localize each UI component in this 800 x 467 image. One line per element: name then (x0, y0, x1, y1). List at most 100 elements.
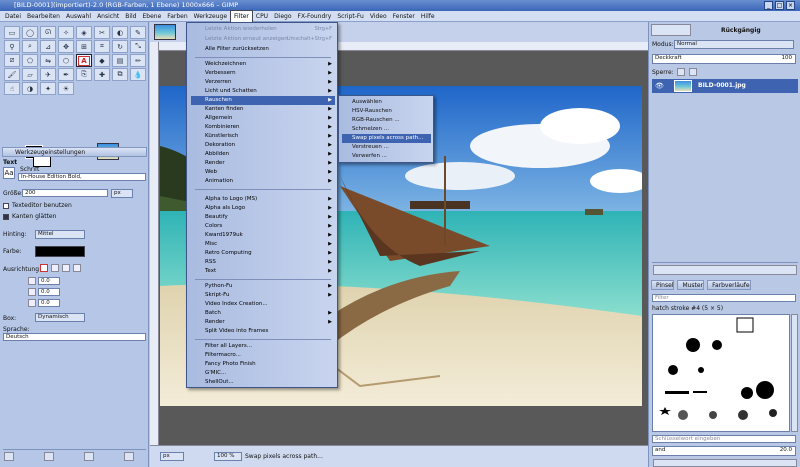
blend-icon[interactable]: ▤ (112, 54, 128, 67)
smudge-icon[interactable]: ☝ (4, 82, 20, 95)
free-select-icon[interactable]: ᘏ (40, 26, 56, 39)
bucket-fill-icon[interactable]: ◆ (94, 54, 110, 67)
color-picker-icon[interactable]: ⚲ (4, 40, 20, 53)
layer-buttons[interactable] (653, 265, 797, 275)
airbrush-icon[interactable]: ✈ (40, 68, 56, 81)
menu-python-fu[interactable]: Python-Fu ▶ (191, 282, 335, 291)
clone-icon[interactable]: ⎘ (76, 68, 92, 81)
menu-fenster[interactable]: Fenster (390, 11, 418, 22)
menu-cpu[interactable]: CPU (253, 11, 271, 22)
menu-licht-schatten[interactable]: Licht und Schatten ▶ (191, 87, 335, 96)
vertical-ruler[interactable] (150, 42, 159, 445)
menu-filter-all-layers[interactable]: Filter all Layers... (191, 342, 335, 351)
menu-video[interactable]: Video (367, 11, 390, 22)
brush-filter-field[interactable]: Filter (652, 294, 796, 302)
foreground-select-icon[interactable]: ◐ (112, 26, 128, 39)
menu-rss[interactable]: RSS ▶ (191, 258, 335, 267)
menu-datei[interactable]: Datei (2, 11, 24, 22)
scissors-icon[interactable]: ✂ (94, 26, 110, 39)
tab-farbverlaeufe[interactable]: Farbverläufe (707, 280, 751, 290)
menu-dekoration[interactable]: Dekoration ▶ (191, 141, 335, 150)
justify-center-icon[interactable] (62, 264, 70, 272)
texteditor-checkbox[interactable] (3, 203, 9, 209)
opacity-slider[interactable]: Deckkraft 100 (652, 54, 796, 64)
menu-skript-fu[interactable]: Skript-Fu ▶ (191, 291, 335, 300)
blur-icon[interactable]: 💧 (130, 68, 146, 81)
tab-pinsel[interactable]: Pinsel (651, 280, 675, 290)
antialias-checkbox[interactable] (3, 214, 9, 220)
submenu-verwerfen[interactable]: Verwerfen ... (342, 152, 431, 161)
paths-icon[interactable]: ✎ (130, 26, 146, 39)
menu-hilfe[interactable]: Hilfe (418, 11, 438, 22)
size-unit-select[interactable]: px (111, 189, 133, 198)
menu-fx-foundry[interactable]: FX-Foundry (295, 11, 335, 22)
brush-grid[interactable] (652, 314, 790, 432)
justify-fill-icon[interactable] (73, 264, 81, 272)
font-preview-icon[interactable]: Aa (3, 167, 15, 179)
layer-name[interactable]: BILD-0001.jpg (698, 82, 746, 89)
menu-kanten-finden[interactable]: Kanten finden ▶ (191, 105, 335, 114)
layer-row[interactable]: 👁 BILD-0001.jpg (652, 79, 798, 93)
paintbrush-icon[interactable]: 🖌 (4, 68, 20, 81)
menu-retro-computing[interactable]: Retro Computing ▶ (191, 249, 335, 258)
text-tool-icon[interactable]: A (76, 54, 92, 67)
language-field[interactable]: Deutsch (3, 333, 146, 341)
tab-muster[interactable]: Muster (677, 280, 705, 290)
letter-spacing-field[interactable]: 0.0 (38, 299, 60, 307)
submenu-swap-pixels[interactable]: Swap pixels across path... (342, 134, 431, 143)
menu-gmic[interactable]: G'MIC... (191, 369, 335, 378)
menu-verbessern[interactable]: Verbessern ▶ (191, 69, 335, 78)
visibility-eye-icon[interactable]: 👁 (655, 82, 664, 90)
image-tab-thumbnail[interactable] (154, 24, 176, 40)
rotate-icon[interactable]: ↻ (112, 40, 128, 53)
menu-alpha-als-logo[interactable]: Alpha als Logo ▶ (191, 204, 335, 213)
menu-auswahl[interactable]: Auswahl (63, 11, 94, 22)
menu-web[interactable]: Web ▶ (191, 168, 335, 177)
mode-select[interactable]: Normal (674, 40, 794, 49)
dock-tab-icons[interactable] (651, 24, 691, 36)
extra-tool-1-icon[interactable]: ✦ (40, 82, 56, 95)
menu-batch[interactable]: Batch ▶ (191, 309, 335, 318)
cage-icon[interactable]: ⬡ (58, 54, 74, 67)
line-spacing-field[interactable]: 0.0 (38, 288, 60, 296)
fuzzy-select-icon[interactable]: ✧ (58, 26, 74, 39)
extra-tool-2-icon[interactable]: ☀ (58, 82, 74, 95)
menu-misc[interactable]: Misc ▶ (191, 240, 335, 249)
save-options-icon[interactable] (4, 452, 14, 461)
menu-kombinieren[interactable]: Kombinieren ▶ (191, 123, 335, 132)
close-icon[interactable]: × (786, 1, 795, 10)
menu-ansicht[interactable]: Ansicht (94, 11, 122, 22)
menu-bearbeiten[interactable]: Bearbeiten (24, 11, 63, 22)
color-select-icon[interactable]: ◈ (76, 26, 92, 39)
rect-select-icon[interactable]: ▭ (4, 26, 20, 39)
menu-text[interactable]: Text ▶ (191, 267, 335, 276)
unit-select[interactable]: px (160, 452, 184, 461)
menu-reshow-last[interactable]: Letzte Aktion erneut anzeigen Umschalt+St… (191, 35, 335, 44)
maximize-icon[interactable]: □ (775, 1, 784, 10)
pencil-icon[interactable]: ✏ (130, 54, 146, 67)
menu-alpha-to-logo-ms[interactable]: Alpha to Logo (MS) ▶ (191, 195, 335, 204)
brush-buttons[interactable] (653, 459, 797, 467)
justify-left-icon[interactable] (40, 264, 48, 272)
brush-scrollbar[interactable] (791, 314, 798, 432)
zoom-select[interactable]: 100 % (214, 452, 242, 461)
menu-render[interactable]: Render ▶ (191, 159, 335, 168)
menu-repeat-last[interactable]: Letzte Aktion wiederholen Strg+F (191, 25, 335, 34)
menu-kuenstlerisch[interactable]: Künstlerisch ▶ (191, 132, 335, 141)
menu-kward1979uk[interactable]: Kward1979uk ▶ (191, 231, 335, 240)
menu-split-video[interactable]: Split Video into Frames (191, 327, 335, 336)
undo-history-label[interactable]: Rückgängig (721, 27, 761, 34)
menu-fancy-photo-finish[interactable]: Fancy Photo Finish (191, 360, 335, 369)
submenu-verstreuen[interactable]: Verstreuen ... (342, 143, 431, 152)
perspective-clone-icon[interactable]: ⧉ (112, 68, 128, 81)
menu-shellout[interactable]: ShellOut... (191, 378, 335, 387)
dodge-burn-icon[interactable]: ◑ (22, 82, 38, 95)
menu-rauschen[interactable]: Rauschen ▶ (191, 96, 335, 105)
measure-icon[interactable]: ⊿ (40, 40, 56, 53)
menu-bild[interactable]: Bild (122, 11, 139, 22)
justify-right-icon[interactable] (51, 264, 59, 272)
menu-filter[interactable]: Filter (230, 9, 253, 23)
scale-icon[interactable]: ⤡ (130, 40, 146, 53)
align-icon[interactable]: ⊞ (76, 40, 92, 53)
menu-beautify[interactable]: Beautify ▶ (191, 213, 335, 222)
